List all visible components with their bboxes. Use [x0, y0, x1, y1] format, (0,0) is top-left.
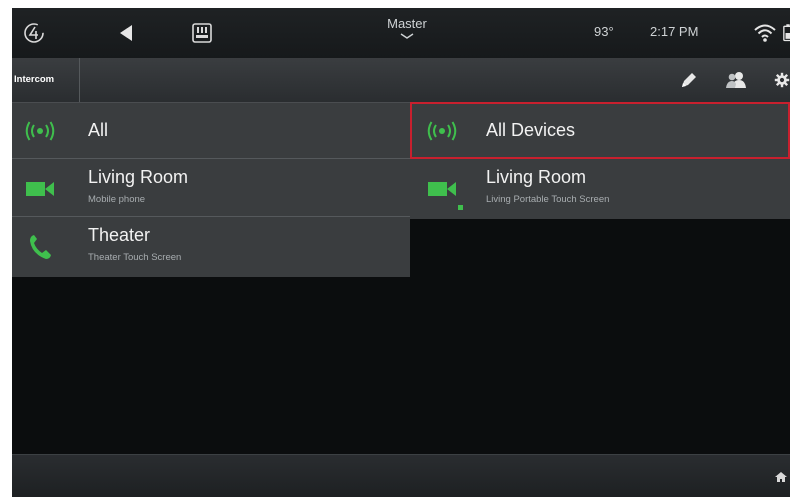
broadcast-icon [22, 117, 58, 145]
list-item-title: All [88, 120, 109, 140]
back-icon[interactable] [115, 22, 137, 44]
room-selector[interactable]: Master [372, 16, 442, 39]
intercom-left-list: All Living Room Mobile phone Theater The… [12, 103, 410, 277]
online-status-dot [458, 205, 463, 210]
intercom-header-bar: Intercom [12, 58, 790, 103]
list-item-title: Living Room [486, 167, 587, 187]
bottom-bar [12, 454, 790, 497]
wifi-icon [752, 20, 778, 46]
list-item-subtitle: Theater Touch Screen [88, 252, 182, 263]
room-title: Master [387, 16, 427, 31]
control4-logo-icon[interactable] [20, 20, 48, 46]
list-item[interactable]: Theater Theater Touch Screen [12, 219, 410, 275]
home-icon[interactable] [774, 469, 790, 485]
contacts-icon[interactable] [724, 70, 748, 90]
battery-icon [783, 20, 790, 46]
touch-screen: Master 93° 2:17 PM Intercom All Living R… [12, 8, 790, 497]
phone-icon [22, 233, 58, 261]
list-item[interactable]: Living Room Mobile phone [12, 161, 410, 217]
top-status-bar: Master 93° 2:17 PM [12, 8, 790, 58]
master-chevron-icon [400, 33, 414, 39]
list-item-title: Living Room [88, 167, 189, 187]
edit-icon[interactable] [678, 70, 700, 90]
section-title: Intercom [12, 58, 80, 102]
list-item[interactable]: All [12, 103, 410, 159]
temperature-readout: 93° [594, 24, 614, 39]
keypad-icon[interactable] [190, 20, 214, 46]
settings-icon[interactable] [774, 70, 790, 90]
list-item-title: Theater [88, 225, 151, 245]
clock: 2:17 PM [650, 24, 699, 39]
list-item-subtitle: Living Portable Touch Screen [486, 194, 610, 205]
selection-highlight [410, 102, 790, 159]
video-camera-icon [22, 175, 58, 203]
list-item[interactable]: Living Room Living Portable Touch Screen [410, 161, 790, 217]
list-item-subtitle: Mobile phone [88, 194, 146, 205]
video-camera-icon [424, 175, 460, 203]
